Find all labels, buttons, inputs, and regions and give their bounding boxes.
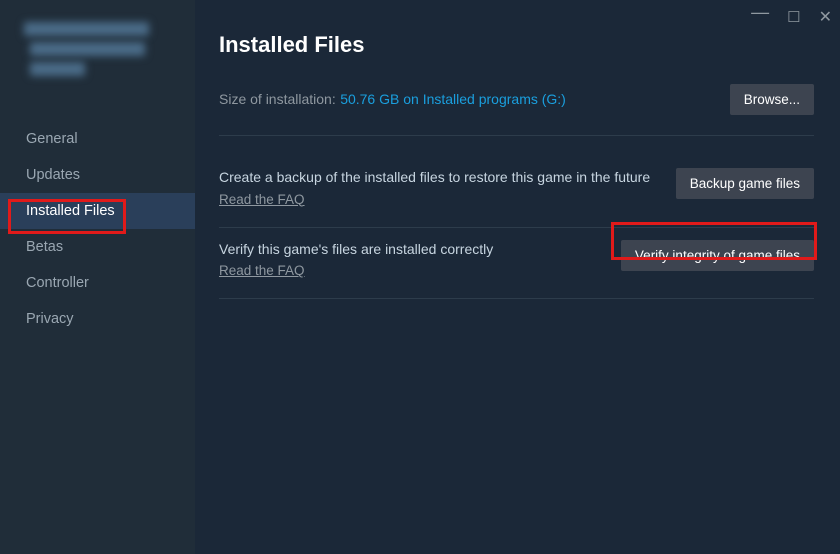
verify-button[interactable]: Verify integrity of game files: [621, 240, 814, 271]
page-title: Installed Files: [219, 32, 814, 58]
sidebar-nav: General Updates Installed Files Betas Co…: [0, 121, 195, 337]
game-title: [0, 22, 195, 97]
sidebar-item-installed-files[interactable]: Installed Files: [0, 193, 195, 229]
maximize-button[interactable]: ☐: [787, 8, 800, 26]
sidebar-item-betas[interactable]: Betas: [0, 229, 195, 265]
sidebar-item-updates[interactable]: Updates: [0, 157, 195, 193]
backup-description: Create a backup of the installed files t…: [219, 168, 656, 188]
verify-row: Verify this game's files are installed c…: [219, 228, 814, 300]
verify-faq-link[interactable]: Read the FAQ: [219, 263, 305, 278]
sidebar-item-general[interactable]: General: [0, 121, 195, 157]
sidebar: General Updates Installed Files Betas Co…: [0, 0, 195, 554]
verify-description: Verify this game's files are installed c…: [219, 240, 601, 260]
main-panel: Installed Files Size of installation: 50…: [195, 0, 840, 554]
sidebar-item-privacy[interactable]: Privacy: [0, 301, 195, 337]
window-controls: — ☐ ✕: [751, 6, 832, 27]
backup-faq-link[interactable]: Read the FAQ: [219, 192, 305, 207]
size-location-link[interactable]: 50.76 GB on Installed programs (G:): [340, 91, 566, 107]
backup-row: Create a backup of the installed files t…: [219, 156, 814, 228]
backup-button[interactable]: Backup game files: [676, 168, 814, 199]
browse-button[interactable]: Browse...: [730, 84, 814, 115]
close-button[interactable]: ✕: [819, 7, 832, 27]
sidebar-item-controller[interactable]: Controller: [0, 265, 195, 301]
minimize-button[interactable]: —: [751, 2, 769, 23]
size-label: Size of installation:: [219, 91, 336, 107]
installation-size-row: Size of installation: 50.76 GB on Instal…: [219, 84, 814, 136]
